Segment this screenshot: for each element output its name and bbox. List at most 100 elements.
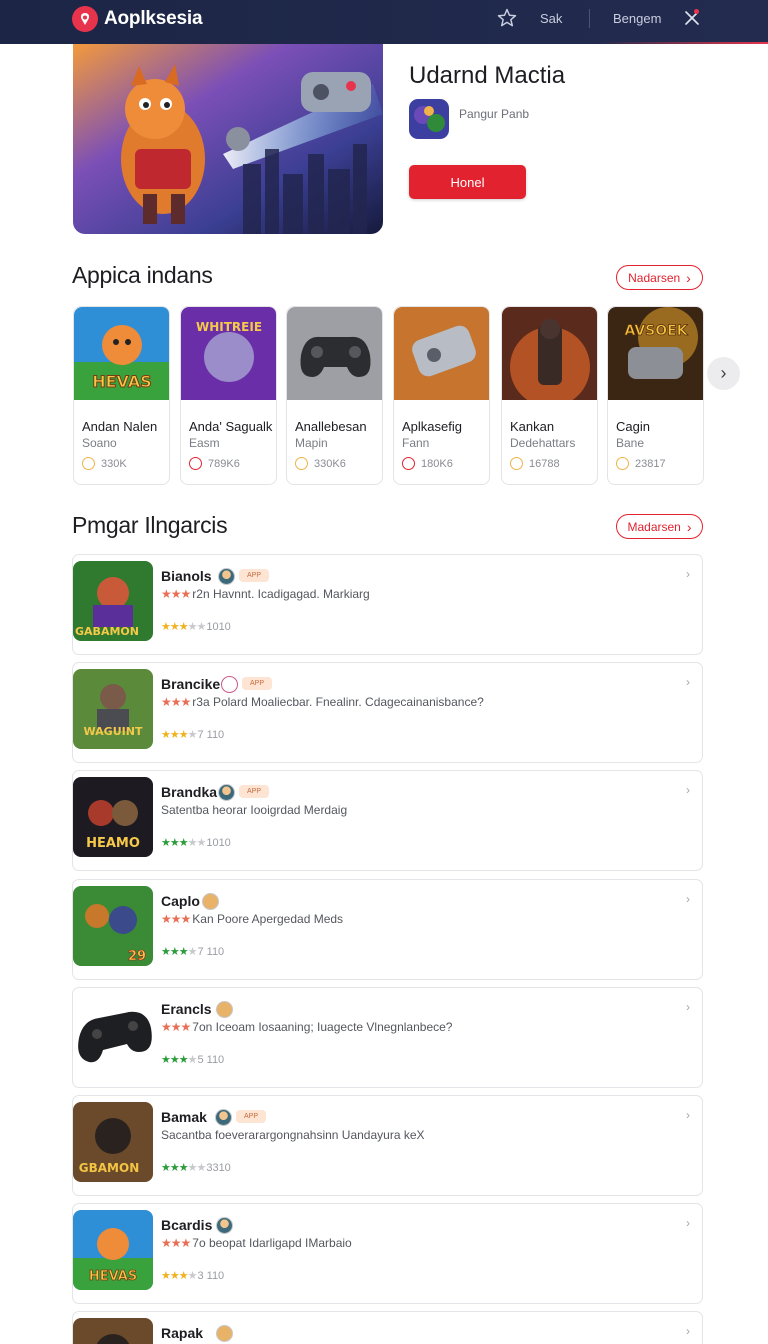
list-item-description-text: 7o beopat Idarligapd IMarbaio xyxy=(192,1236,352,1250)
language-selector[interactable]: Bengem xyxy=(613,11,661,26)
list-item-icon xyxy=(73,994,153,1074)
chevron-right-icon[interactable]: › xyxy=(686,1216,690,1230)
chevron-right-icon: › xyxy=(686,269,691,286)
list-item-description-text: Kan Poore Apergedad Meds xyxy=(192,912,344,926)
hero-banner-image[interactable] xyxy=(73,44,383,234)
rating-count: 1010 xyxy=(206,836,231,849)
brand-name[interactable]: Aoplksesia xyxy=(104,8,203,30)
list-item-name: Bamak xyxy=(161,1109,207,1125)
app-card[interactable]: Kankan Dedehattars 16788 xyxy=(501,306,598,485)
list-item-rating: ★★★ ★ 3 110 xyxy=(161,1269,225,1283)
chevron-right-icon[interactable]: › xyxy=(686,892,690,906)
list-item-description: ★★★ 7o beopat Idarligapd IMarbaio xyxy=(161,1236,352,1250)
list-item-art-text: GABAMON xyxy=(75,625,139,638)
app-card-downloads: 789K6 xyxy=(189,457,240,470)
rating-count: 3 110 xyxy=(197,1269,225,1282)
list-item-rating: ★★★ ★★ 1010 xyxy=(161,620,231,634)
list-item[interactable]: Erancls ★★★ 7on Iceoam Iosaaning; Iuagect… xyxy=(72,987,703,1088)
section1-more-button[interactable]: Nadarsen › xyxy=(616,265,703,290)
chevron-right-icon[interactable]: › xyxy=(686,1324,690,1338)
app-card-image xyxy=(394,307,489,400)
list-item-name: Brancike xyxy=(161,676,221,692)
avatar xyxy=(218,568,235,585)
rating-count: 1010 xyxy=(206,620,231,633)
app-card-category: Easm xyxy=(189,436,220,450)
avatar xyxy=(218,784,235,801)
list-item[interactable]: GABAMON Bianols APP ★★★ r2n Havnnt. Icadi… xyxy=(72,554,703,655)
list-item-description: Satentba heorar Iooigrdad Merdaig xyxy=(161,803,348,817)
more-button-label: Nadarsen xyxy=(628,270,681,285)
app-card[interactable]: Aplkasefig Fann 180K6 xyxy=(393,306,490,485)
app-card-download-count: 180K6 xyxy=(421,457,453,470)
app-card-download-count: 789K6 xyxy=(208,457,240,470)
list-item-rating: ★★★ ★ 5 110 xyxy=(161,1053,225,1067)
list-item[interactable]: WAGUINT Brancike APP ★★★ r3a Polard Moali… xyxy=(72,662,703,763)
star-rating-icon: ★★★ xyxy=(161,1270,189,1282)
app-card-name: Aplkasefig xyxy=(402,419,462,434)
list-item[interactable]: GBAMON Bamak APP Sacantba foeverarargong… xyxy=(72,1095,703,1196)
hero-action-button[interactable]: Honel xyxy=(409,165,526,199)
download-icon xyxy=(616,457,629,470)
list-item-art-text: WAGUINT xyxy=(84,725,143,738)
list-item-description-text: r2n Havnnt. Icadigagad. Markiarg xyxy=(192,587,370,601)
app-card-art-text: AVSOEK xyxy=(624,323,688,339)
chevron-right-icon[interactable]: › xyxy=(686,1000,690,1014)
star-empty-icon: ★ xyxy=(187,946,198,958)
app-card-downloads: 330K6 xyxy=(295,457,346,470)
app-card-category: Dedehattars xyxy=(510,436,576,450)
app-card[interactable]: WHITREIE Anda' Sagualk Easm 789K6 xyxy=(180,306,277,485)
avatar xyxy=(202,893,219,910)
hero-developer-name[interactable]: Pangur Panb xyxy=(459,107,529,121)
list-item-art-text: 29 xyxy=(128,949,146,964)
section-title-list: Pmgar Ilngarcis xyxy=(72,512,228,538)
chevron-right-icon: › xyxy=(720,363,727,383)
app-card-image: AVSOEK xyxy=(608,307,703,400)
rating-count: 5 110 xyxy=(197,1053,225,1066)
app-card[interactable]: AVSOEK Cagin Bane 23817 xyxy=(607,306,704,485)
top-navigation-bar: Aoplksesia Sak Bengem xyxy=(0,0,768,44)
close-icon[interactable] xyxy=(682,8,702,28)
app-card-category: Mapin xyxy=(295,436,328,450)
list-item-description-text: r3a Polard Moaliecbar. Fnealinr. Cdageca… xyxy=(192,695,484,709)
download-icon xyxy=(402,457,415,470)
avatar xyxy=(216,1325,233,1342)
list-item-rating: ★★★ ★★ 3310 xyxy=(161,1161,231,1175)
star-icon[interactable] xyxy=(496,7,518,29)
list-item-description: ★★★ r2n Havnnt. Icadigagad. Markiarg xyxy=(161,587,370,601)
list-item-description: Sacantba foeverarargongnahsinn Uandayura… xyxy=(161,1128,425,1142)
app-card-image xyxy=(287,307,382,400)
list-item-name: Bianols xyxy=(161,568,212,584)
app-card[interactable]: HEVAS Andan Nalen Soano 330K xyxy=(73,306,170,485)
search-link[interactable]: Sak xyxy=(540,11,562,26)
list-item[interactable]: HEVAS Bcardis ★★★ 7o beopat Idarligapd IM… xyxy=(72,1203,703,1304)
app-card-category: Fann xyxy=(402,436,430,450)
carousel-next-button[interactable]: › xyxy=(707,357,740,390)
list-item-icon: GABAMON xyxy=(73,561,153,641)
chevron-right-icon[interactable]: › xyxy=(686,1108,690,1122)
list-item[interactable]: Rapak › xyxy=(72,1311,703,1344)
app-card[interactable]: Anallebesan Mapin 330K6 xyxy=(286,306,383,485)
section2-more-button[interactable]: Madarsen › xyxy=(616,514,703,539)
app-tag-badge: APP xyxy=(239,785,269,798)
chevron-right-icon[interactable]: › xyxy=(686,675,690,689)
star-empty-icon: ★ xyxy=(187,1270,198,1282)
list-item[interactable]: HEAMO Brandka APP Satentba heorar Iooigr… xyxy=(72,770,703,871)
app-card-category: Bane xyxy=(616,436,645,450)
list-item-name: Caplo xyxy=(161,893,200,909)
hero-app-icon[interactable] xyxy=(409,99,449,139)
app-tag-badge: APP xyxy=(236,1110,266,1123)
list-item-rating: ★★★ ★★ 1010 xyxy=(161,836,231,850)
logo-icon[interactable] xyxy=(72,6,98,32)
chevron-right-icon[interactable]: › xyxy=(686,783,690,797)
list-item-art-text: HEAMO xyxy=(86,836,140,851)
list-item[interactable]: 29 Caplo ★★★ Kan Poore Apergedad Meds ★★★… xyxy=(72,879,703,980)
app-card-name: Cagin xyxy=(616,419,650,434)
list-item-description: ★★★ r3a Polard Moaliecbar. Fnealinr. Cdag… xyxy=(161,695,484,709)
hero-title: Udarnd Mactia xyxy=(409,62,566,89)
list-item-name: Brandka xyxy=(161,784,218,800)
more-button-label: Madarsen xyxy=(627,519,681,534)
list-item-icon: HEAMO xyxy=(73,777,153,857)
avatar xyxy=(215,1109,232,1126)
chevron-right-icon[interactable]: › xyxy=(686,567,690,581)
list-item-rating: ★★★ ★ 7 110 xyxy=(161,945,224,959)
